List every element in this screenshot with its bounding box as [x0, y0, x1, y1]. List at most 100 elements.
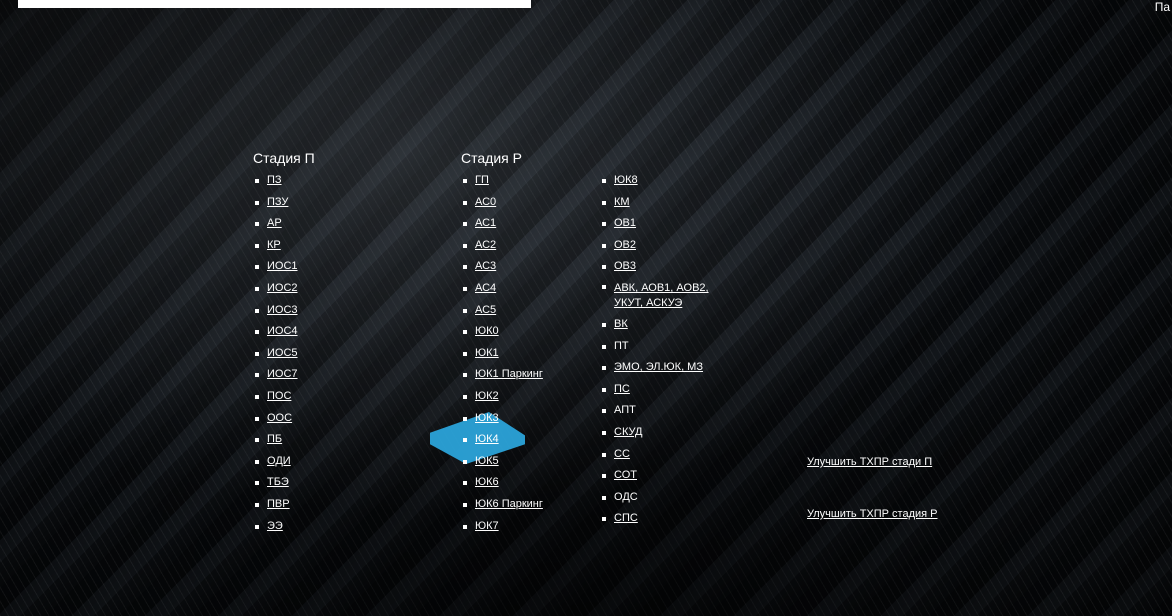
list-item: АС2 — [461, 235, 543, 257]
list-item: ЮК6 — [461, 472, 543, 494]
stage-r-link[interactable]: ОВ3 — [614, 260, 636, 272]
list-item: СС — [600, 444, 730, 466]
corner-text: Па — [1154, 0, 1170, 14]
stage-r-link[interactable]: ПС — [614, 383, 630, 395]
stage-r-link[interactable]: АС4 — [475, 282, 496, 294]
list-item: ОВ3 — [600, 256, 730, 278]
list-item: ПЗ — [253, 170, 315, 192]
list-item: АС4 — [461, 278, 543, 300]
stage-p-link[interactable]: ТБЭ — [267, 476, 289, 488]
list-item: ООС — [253, 408, 315, 430]
stage-r-link[interactable]: СОТ — [614, 469, 637, 481]
stage-r-link[interactable]: СКУД — [614, 426, 642, 438]
stage-r-link[interactable]: АС3 — [475, 260, 496, 272]
list-item: СКУД — [600, 422, 730, 444]
stage-p-link[interactable]: ПОС — [267, 390, 291, 402]
list-item: ОДС — [600, 487, 730, 509]
stage-r-link[interactable]: ЮК1 — [475, 347, 499, 359]
stage-p-link[interactable]: ИОС5 — [267, 347, 298, 359]
list-item: ПТ — [600, 336, 730, 358]
stage-r-link[interactable]: ЭМО, ЭЛ.ЮК, МЗ — [614, 361, 703, 373]
list-item: ЮК8 — [600, 170, 730, 192]
list-item: ЮК5 — [461, 451, 543, 473]
stage-r-title: Стадия Р — [461, 150, 522, 166]
stage-r-column-1: Стадия Р ГП АС0 АС1 АС2 АС3 АС4 АС5 ЮК0 … — [461, 148, 543, 537]
list-item: ЮК1 Паркинг — [461, 364, 543, 386]
list-item: КМ — [600, 192, 730, 214]
stage-r-link[interactable]: АС0 — [475, 196, 496, 208]
list-item: АВК, АОВ1, АОВ2, УКУТ, АСКУЭ — [600, 278, 730, 314]
list-item: ИОС5 — [253, 343, 315, 365]
stage-r-link[interactable]: ЮК6 — [475, 476, 499, 488]
stage-r-link[interactable]: СС — [614, 448, 630, 460]
list-item: ЮК6 Паркинг — [461, 494, 543, 516]
stage-r-link[interactable]: ЮК5 — [475, 455, 499, 467]
list-item: ЭЭ — [253, 516, 315, 538]
stage-r-link[interactable]: АС5 — [475, 304, 496, 316]
stage-p-link[interactable]: ИОС7 — [267, 368, 298, 380]
stage-r-link[interactable]: СПС — [614, 512, 638, 524]
stage-p-link[interactable]: ИОС1 — [267, 260, 298, 272]
stage-r-link[interactable]: ЮК7 — [475, 520, 499, 532]
list-item: ПОС — [253, 386, 315, 408]
stage-r-link[interactable]: ГП — [475, 174, 489, 186]
stage-r-link[interactable]: ЮК8 — [614, 174, 638, 186]
improve-p-link[interactable]: Улучшить ТХПР стади П — [807, 456, 932, 468]
stage-p-link[interactable]: ЭЭ — [267, 520, 283, 532]
stage-p-link[interactable]: КР — [267, 239, 281, 251]
stage-p-link[interactable]: ПБ — [267, 433, 282, 445]
stage-r-link[interactable]: ОВ1 — [614, 217, 636, 229]
stage-p-link[interactable]: ПЗУ — [267, 196, 288, 208]
stage-r-link[interactable]: АС1 — [475, 217, 496, 229]
stage-p-link[interactable]: ПЗ — [267, 174, 282, 186]
stage-p-link[interactable]: АР — [267, 217, 282, 229]
list-item: АПТ — [600, 400, 730, 422]
improve-r-link[interactable]: Улучшить ТХПР стадия Р — [807, 508, 938, 520]
stage-r-link[interactable]: КМ — [614, 196, 630, 208]
stage-r-link[interactable]: ОВ2 — [614, 239, 636, 251]
list-item: ИОС1 — [253, 256, 315, 278]
stage-r-link[interactable]: ЮК1 Паркинг — [475, 368, 543, 380]
stage-r-text: ПТ — [614, 339, 629, 352]
list-item: СПС — [600, 508, 730, 530]
list-item: ТБЭ — [253, 472, 315, 494]
stage-r-link[interactable]: АВК, АОВ1, АОВ2, УКУТ, АСКУЭ — [614, 282, 709, 309]
list-item: АР — [253, 213, 315, 235]
list-item: ЮК0 — [461, 321, 543, 343]
list-item: ЮК1 — [461, 343, 543, 365]
background-shading — [0, 0, 1172, 616]
stage-p-link[interactable]: ИОС2 — [267, 282, 298, 294]
stage-r-link[interactable]: ЮК4 — [475, 433, 499, 445]
stage-r-text: АПТ — [614, 404, 636, 417]
list-item: АС5 — [461, 300, 543, 322]
stage-p-link[interactable]: ИОС3 — [267, 304, 298, 316]
list-item: КР — [253, 235, 315, 257]
stage-p-link[interactable]: ИОС4 — [267, 325, 298, 337]
stage-r-text: ОДС — [614, 490, 638, 503]
list-item: АС0 — [461, 192, 543, 214]
stage-r-link[interactable]: ЮК0 — [475, 325, 499, 337]
stage-p-link[interactable]: ООС — [267, 412, 292, 424]
list-item: ГП — [461, 170, 543, 192]
stage-r-link[interactable]: ЮК2 — [475, 390, 499, 402]
list-item: СОТ — [600, 465, 730, 487]
list-item: АС3 — [461, 256, 543, 278]
stage-p-link[interactable]: ОДИ — [267, 455, 291, 467]
list-item: ПВР — [253, 494, 315, 516]
list-item: ЭМО, ЭЛ.ЮК, МЗ — [600, 357, 730, 379]
stage-p-title: Стадия П — [253, 150, 315, 166]
stage-r-list-1: ГП АС0 АС1 АС2 АС3 АС4 АС5 ЮК0 ЮК1 ЮК1 П… — [461, 170, 543, 537]
list-item: ПС — [600, 379, 730, 401]
list-item: ЮК7 — [461, 516, 543, 538]
stage-r-list-2: ЮК8 КМ ОВ1 ОВ2 ОВ3 АВК, АОВ1, АОВ2, УКУТ… — [600, 170, 730, 530]
stage-p-link[interactable]: ПВР — [267, 498, 290, 510]
stage-r-link[interactable]: ЮК3 — [475, 412, 499, 424]
list-item: ОДИ — [253, 451, 315, 473]
list-item: ПЗУ — [253, 192, 315, 214]
stage-r-column-2: ЮК8 КМ ОВ1 ОВ2 ОВ3 АВК, АОВ1, АОВ2, УКУТ… — [600, 170, 730, 530]
list-item: ВК — [600, 314, 730, 336]
stage-r-link[interactable]: ЮК6 Паркинг — [475, 498, 543, 510]
stage-r-link[interactable]: ВК — [614, 318, 628, 330]
stage-p-list: ПЗ ПЗУ АР КР ИОС1 ИОС2 ИОС3 ИОС4 ИОС5 ИО… — [253, 170, 315, 537]
stage-r-link[interactable]: АС2 — [475, 239, 496, 251]
